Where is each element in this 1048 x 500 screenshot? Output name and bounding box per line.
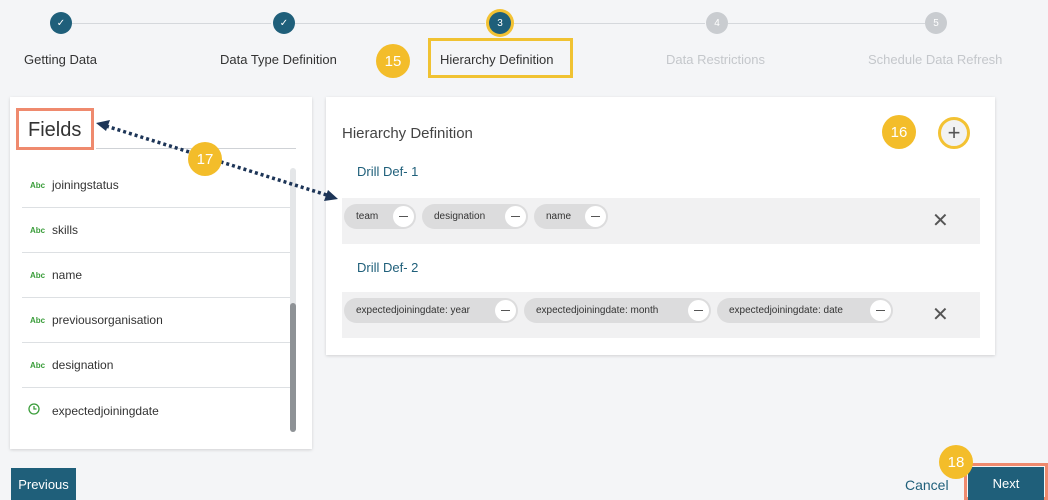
chip-label: expectedjoiningdate: date (729, 305, 843, 316)
remove-minus-icon[interactable] (870, 300, 891, 321)
abc-icon: Abc (30, 360, 46, 370)
step-2-label[interactable]: Data Type Definition (220, 52, 337, 67)
remove-minus-icon[interactable] (688, 300, 709, 321)
step-connector (72, 23, 271, 24)
chip-expectedjoiningdate-month[interactable]: expectedjoiningdate: month (524, 298, 711, 323)
chip-label: team (356, 211, 379, 222)
step-3-circle[interactable]: 3 (489, 12, 511, 34)
chip-team[interactable]: team (344, 204, 416, 229)
callout-17: 17 (188, 142, 222, 176)
chip-expectedjoiningdate-date[interactable]: expectedjoiningdate: date (717, 298, 893, 323)
remove-minus-icon[interactable] (495, 300, 516, 321)
remove-minus-icon[interactable] (585, 206, 606, 227)
chip-label: expectedjoiningdate: year (356, 305, 470, 316)
field-name: designation (52, 358, 114, 372)
field-item-previousorganisation[interactable]: Abc previousorganisation (22, 298, 292, 343)
chip-name[interactable]: name (534, 204, 608, 229)
field-name: name (52, 268, 83, 282)
clock-icon (22, 403, 52, 418)
step-5-label: Schedule Data Refresh (868, 52, 1003, 67)
delete-drill-1-close-icon[interactable]: ✕ (932, 208, 949, 233)
step-1-label[interactable]: Getting Data (24, 52, 97, 67)
fields-scroll-thumb[interactable] (290, 303, 296, 432)
field-item-joiningstatus[interactable]: Abc joiningstatus (22, 163, 292, 208)
callout-15: 15 (376, 44, 410, 78)
callout-18: 18 (939, 445, 973, 479)
chip-label: designation (434, 211, 486, 222)
field-item-skills[interactable]: Abc skills (22, 208, 292, 253)
add-hierarchy-button[interactable]: + (938, 117, 970, 149)
step-connector (295, 23, 485, 24)
step-5-circle[interactable]: 5 (925, 12, 947, 34)
next-button[interactable]: Next (968, 467, 1044, 500)
chip-label: name (546, 211, 572, 222)
callout-16: 16 (882, 115, 916, 149)
step-1-check-icon[interactable]: ✓ (50, 12, 72, 34)
chip-expectedjoiningdate-year[interactable]: expectedjoiningdate: year (344, 298, 518, 323)
drill-def-1-row[interactable]: team designation name ✕ (342, 198, 980, 244)
field-item-name[interactable]: Abc name (22, 253, 292, 298)
remove-minus-icon[interactable] (505, 206, 526, 227)
field-name: previousorganisation (52, 313, 163, 327)
step-connector (512, 23, 705, 24)
drill-def-2-label: Drill Def- 2 (357, 260, 419, 275)
previous-button[interactable]: Previous (11, 468, 76, 500)
field-name: skills (52, 223, 78, 237)
chip-designation[interactable]: designation (422, 204, 528, 229)
abc-icon: Abc (30, 180, 46, 190)
step-connector (728, 23, 925, 24)
step-4-label: Data Restrictions (666, 52, 765, 67)
step-2-check-icon[interactable]: ✓ (273, 12, 295, 34)
step-3-highlight (428, 38, 573, 78)
field-name: joiningstatus (52, 178, 119, 192)
drill-def-1-label: Drill Def- 1 (357, 164, 419, 179)
delete-drill-2-close-icon[interactable]: ✕ (932, 302, 949, 327)
field-item-expectedjoiningdate[interactable]: expectedjoiningdate (22, 388, 292, 433)
plus-icon: + (947, 120, 961, 145)
abc-icon: Abc (30, 225, 46, 235)
field-list: Abc joiningstatus Abc skills Abc name Ab… (22, 163, 292, 433)
field-item-designation[interactable]: Abc designation (22, 343, 292, 388)
chip-label: expectedjoiningdate: month (536, 305, 659, 316)
fields-panel: Fields Abc joiningstatus Abc skills Abc … (10, 97, 312, 449)
hierarchy-title: Hierarchy Definition (342, 125, 473, 142)
abc-icon: Abc (30, 315, 46, 325)
remove-minus-icon[interactable] (393, 206, 414, 227)
fields-title: Fields (28, 119, 82, 141)
cancel-link[interactable]: Cancel (905, 477, 949, 493)
abc-icon: Abc (30, 270, 46, 280)
field-name: expectedjoiningdate (52, 403, 159, 418)
fields-scrollbar[interactable] (290, 168, 296, 432)
drill-def-2-row[interactable]: expectedjoiningdate: year expectedjoinin… (342, 292, 980, 338)
step-4-circle[interactable]: 4 (706, 12, 728, 34)
